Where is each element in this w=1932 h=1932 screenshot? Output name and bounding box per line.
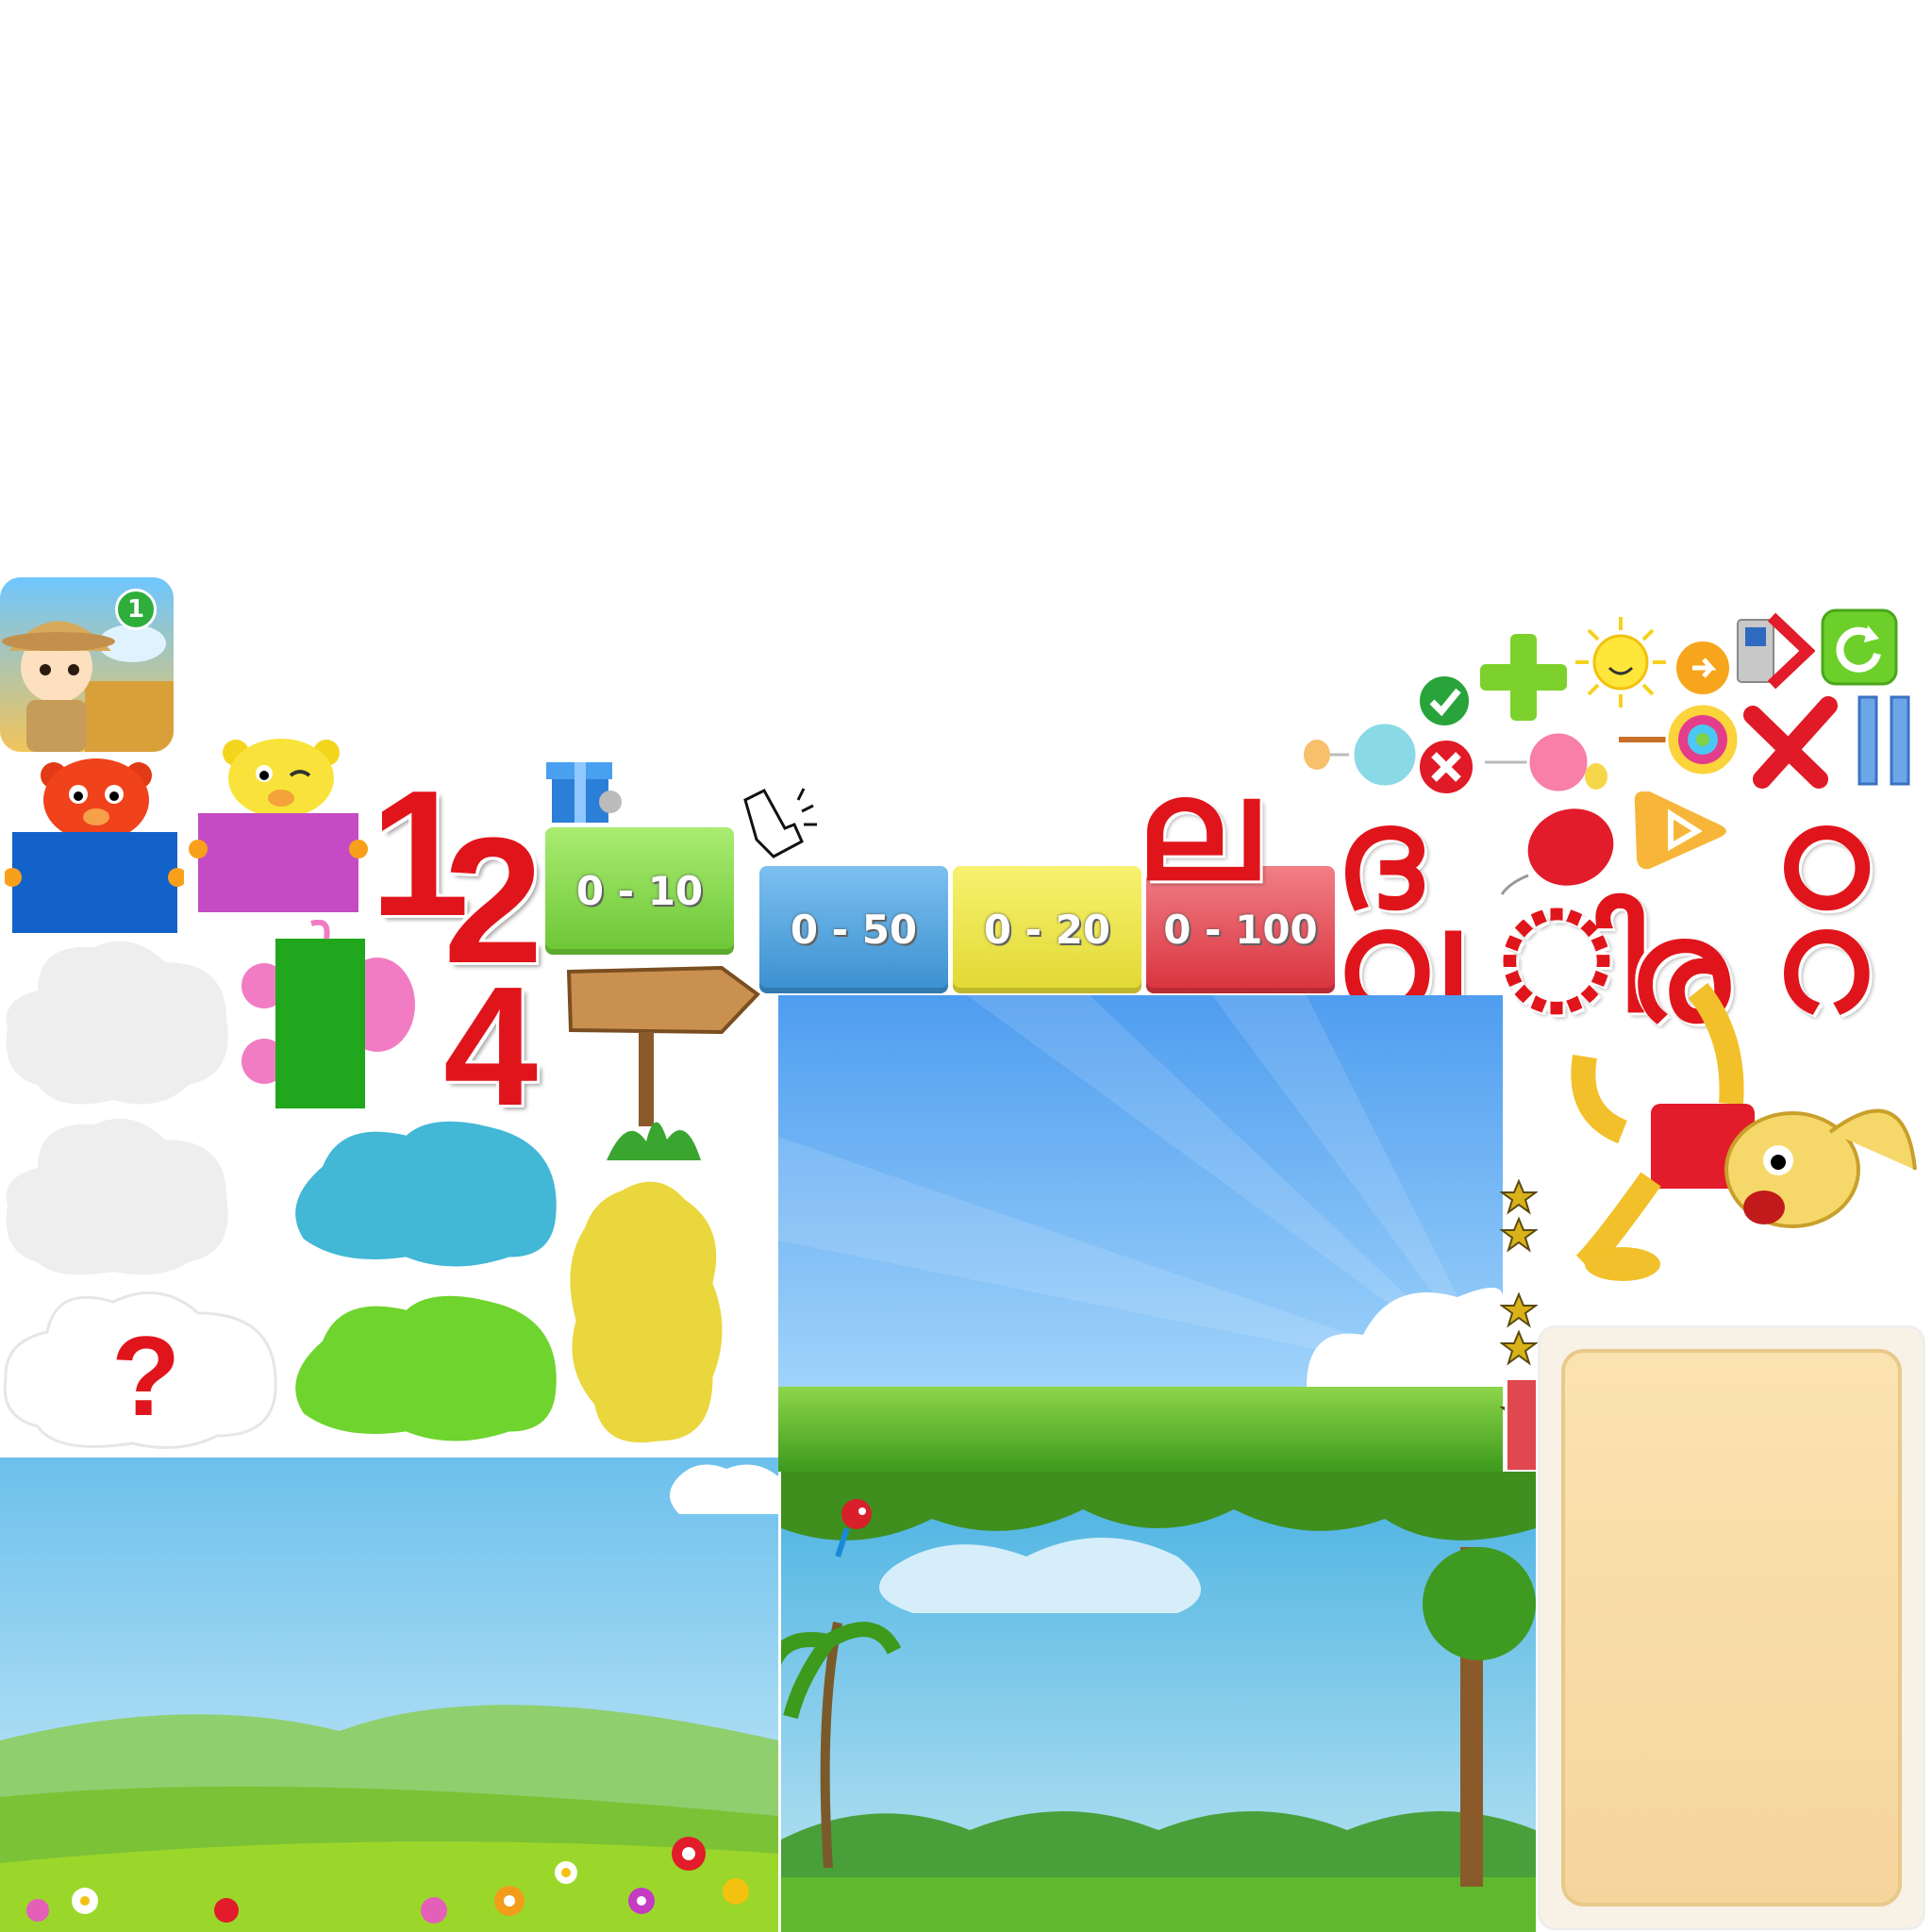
cream-panel — [1538, 1325, 1925, 1930]
balloon-face-icon — [1485, 730, 1607, 794]
jungle-background — [781, 1472, 1536, 1932]
signpost-icon — [566, 965, 761, 1160]
balloon-icon — [1500, 808, 1614, 895]
range-button-0-10[interactable]: 0 - 10 — [545, 827, 734, 955]
gift-icon — [546, 762, 622, 823]
range-button-0-20[interactable]: 0 - 20 — [953, 866, 1141, 993]
digit-four: 4 — [443, 952, 539, 1141]
check-icon[interactable] — [1415, 672, 1474, 730]
yellow-cloud — [565, 1176, 727, 1448]
bear-sign-icon — [189, 739, 368, 912]
question-mark: ? — [111, 1313, 181, 1440]
rabbit-icon — [1571, 982, 1917, 1281]
close-icon[interactable] — [1415, 736, 1477, 798]
balloon-face-icon — [1304, 721, 1418, 789]
plus-icon[interactable] — [1476, 630, 1571, 724]
meadow-background — [0, 1457, 778, 1932]
green-cloud — [291, 1291, 561, 1446]
level-badge: 1 — [115, 589, 157, 630]
glyph-la: ല — [1137, 748, 1258, 912]
tap-hand-icon — [743, 788, 817, 858]
pause-icon[interactable] — [1854, 693, 1920, 788]
reload-icon[interactable] — [1821, 608, 1898, 686]
yellow-bear-sign — [189, 736, 368, 915]
elephant-sign — [242, 920, 415, 1108]
arrow-right-icon[interactable] — [1766, 611, 1815, 691]
progress-bar-red — [1505, 1377, 1539, 1473]
timer-icon — [1673, 638, 1733, 698]
grey-cloud — [6, 941, 228, 1105]
grey-cloud — [6, 1118, 228, 1275]
red-bear-sign — [3, 755, 187, 934]
panel-inner — [1561, 1349, 1902, 1907]
blue-cloud — [291, 1116, 561, 1272]
sun-icon — [1575, 617, 1666, 708]
range-button-0-50[interactable]: 0 - 50 — [759, 866, 948, 993]
app-icon: 1 — [0, 577, 174, 752]
bear-sign-icon — [3, 758, 187, 933]
play-icon[interactable] — [1627, 778, 1740, 882]
lollipop-icon — [1619, 702, 1740, 777]
x-mark-icon[interactable] — [1743, 696, 1857, 791]
sky-grass-background — [778, 995, 1503, 1472]
